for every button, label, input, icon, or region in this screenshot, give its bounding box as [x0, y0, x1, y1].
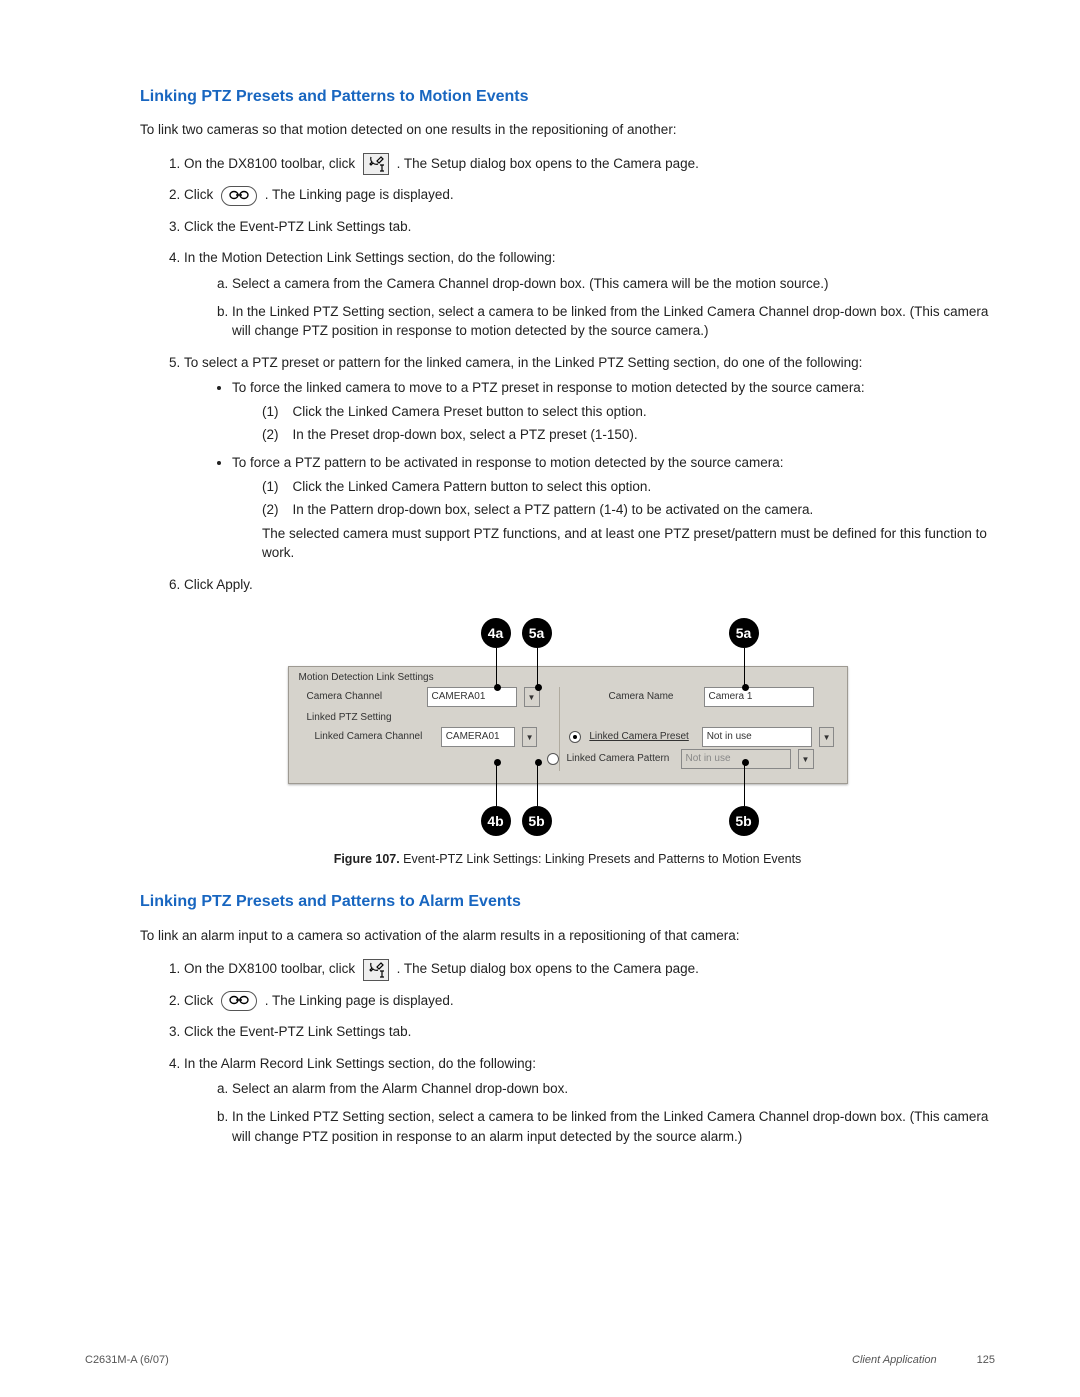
s2-step-1-post: . The Setup dialog box opens to the Came…: [397, 961, 699, 976]
paren-1b: (1): [262, 477, 279, 497]
s2-step-1-pre: On the DX8100 toolbar, click: [184, 961, 355, 976]
callout-5a-top-left: 5a: [522, 618, 552, 648]
preset-dropdown[interactable]: Not in use: [702, 727, 812, 747]
pattern-dropdown[interactable]: Not in use: [681, 749, 791, 769]
chevron-down-icon[interactable]: ▼: [819, 727, 835, 747]
step-1-pre: On the DX8100 toolbar, click: [184, 156, 355, 171]
chevron-down-icon[interactable]: ▼: [522, 727, 538, 747]
section2-intro: To link an alarm input to a camera so ac…: [140, 926, 995, 946]
linked-camera-pattern-label: Linked Camera Pattern: [567, 752, 673, 767]
bullet-pattern-1: Click the Linked Camera Pattern button t…: [293, 477, 652, 497]
leader-5a-2: [744, 648, 745, 688]
s2-step-4-sublist: Select an alarm from the Alarm Channel d…: [184, 1079, 995, 1146]
s2-step-2-pre: Click: [184, 993, 213, 1008]
tools-icon: [363, 959, 389, 981]
step-5-lead: To select a PTZ preset or pattern for th…: [184, 355, 862, 370]
callout-4a: 4a: [481, 618, 511, 648]
page-footer: C2631M-A (6/07) Client Application 125: [85, 1353, 995, 1369]
paren-2: (2): [262, 425, 279, 445]
s2-step-1: On the DX8100 toolbar, click . The Setup…: [184, 959, 995, 979]
linked-camera-preset-label: Linked Camera Preset: [589, 730, 693, 745]
bullet-preset-list: (1) Click the Linked Camera Preset button…: [262, 402, 995, 445]
bullet-pattern: To force a PTZ pattern to be activated i…: [232, 453, 995, 563]
s2-step-4: In the Alarm Record Link Settings sectio…: [184, 1054, 995, 1146]
linked-camera-pattern-radio[interactable]: [547, 753, 559, 765]
step-1-post: . The Setup dialog box opens to the Came…: [397, 156, 699, 171]
section1-intro: To link two cameras so that motion detec…: [140, 120, 995, 140]
section1-ordered-list: On the DX8100 toolbar, click . The Setup…: [140, 154, 995, 595]
linked-channel-label: Linked Camera Channel: [315, 730, 433, 745]
linked-channel-dropdown[interactable]: CAMERA01: [441, 727, 515, 747]
step-4-lead: In the Motion Detection Link Settings se…: [184, 250, 555, 265]
bullet-pattern-note: The selected camera must support PTZ fun…: [262, 524, 995, 563]
step-4a: Select a camera from the Camera Channel …: [232, 274, 995, 294]
bullet-pattern-list: (1) Click the Linked Camera Pattern butto…: [262, 477, 995, 520]
section2-ordered-list: On the DX8100 toolbar, click . The Setup…: [140, 959, 995, 1146]
section1-heading: Linking PTZ Presets and Patterns to Moti…: [140, 85, 995, 108]
camera-channel-dropdown[interactable]: CAMERA01: [427, 687, 517, 707]
s2-step-4b: In the Linked PTZ Setting section, selec…: [232, 1107, 995, 1146]
callout-4b: 4b: [481, 806, 511, 836]
figure-107: 4a 5a 5a Motion Detection Link Settings …: [140, 612, 995, 868]
s2-step-2: Click . The Linking page is displayed.: [184, 991, 995, 1011]
step-6: Click Apply.: [184, 575, 995, 595]
bullet-preset-2: In the Preset drop-down box, select a PT…: [293, 425, 638, 445]
step-3: Click the Event-PTZ Link Settings tab.: [184, 217, 995, 237]
paren-2b: (2): [262, 500, 279, 520]
diagram: 4a 5a 5a Motion Detection Link Settings …: [288, 612, 848, 844]
bullet-preset-1: Click the Linked Camera Preset button to…: [293, 402, 647, 422]
s2-step-2-post: . The Linking page is displayed.: [265, 993, 454, 1008]
leader-5b-2: [744, 762, 745, 806]
step-2: Click . The Linking page is displayed.: [184, 185, 995, 205]
s2-step-4a: Select an alarm from the Alarm Channel d…: [232, 1079, 995, 1099]
panel-row-2: Linked Camera Channel CAMERA01 ▼ Linked …: [315, 727, 835, 747]
callout-5b-right: 5b: [729, 806, 759, 836]
camera-name-label: Camera Name: [584, 690, 674, 705]
camera-name-field[interactable]: Camera 1: [704, 687, 814, 707]
bullet-pattern-2: In the Pattern drop-down box, select a P…: [293, 500, 814, 520]
bullet-preset: To force the linked camera to move to a …: [232, 378, 995, 445]
step-5: To select a PTZ preset or pattern for th…: [184, 353, 995, 563]
callout-5a-top-right: 5a: [729, 618, 759, 648]
panel-row-1: Camera Channel CAMERA01 ▼ Camera Name Ca…: [307, 687, 835, 707]
callout-5b-left: 5b: [522, 806, 552, 836]
footer-left: C2631M-A (6/07): [85, 1353, 169, 1369]
step-2-post: . The Linking page is displayed.: [265, 187, 454, 202]
step-2-pre: Click: [184, 187, 213, 202]
step-4b: In the Linked PTZ Setting section, selec…: [232, 302, 995, 341]
step-4-sublist: Select a camera from the Camera Channel …: [184, 274, 995, 341]
figure-caption-text: Event-PTZ Link Settings: Linking Presets…: [400, 852, 802, 866]
camera-channel-label: Camera Channel: [307, 690, 419, 705]
document-page: Linking PTZ Presets and Patterns to Moti…: [0, 0, 1080, 1397]
paren-1: (1): [262, 402, 279, 422]
s2-step-3: Click the Event-PTZ Link Settings tab.: [184, 1022, 995, 1042]
panel-row-3: Linked Camera Pattern Not in use ▼: [315, 749, 835, 769]
figure-caption-prefix: Figure 107.: [334, 852, 400, 866]
link-icon: [221, 186, 257, 206]
bullet-preset-lead: To force the linked camera to move to a …: [232, 380, 865, 395]
link-settings-panel: Motion Detection Link Settings Linked PT…: [288, 666, 848, 784]
step-4: In the Motion Detection Link Settings se…: [184, 248, 995, 340]
tools-icon: [363, 153, 389, 175]
step-1: On the DX8100 toolbar, click . The Setup…: [184, 154, 995, 174]
leader-5b-1: [537, 762, 538, 806]
section2-heading: Linking PTZ Presets and Patterns to Alar…: [140, 890, 995, 913]
leader-4b: [496, 762, 497, 806]
figure-caption: Figure 107. Event-PTZ Link Settings: Lin…: [334, 850, 802, 868]
footer-app: Client Application: [852, 1353, 937, 1369]
linked-camera-preset-radio[interactable]: [569, 731, 581, 743]
leader-5a-1: [537, 648, 538, 688]
link-icon: [221, 991, 257, 1011]
group-label: Motion Detection Link Settings: [299, 671, 434, 686]
bullet-pattern-lead: To force a PTZ pattern to be activated i…: [232, 455, 784, 470]
leader-4a: [496, 648, 497, 688]
footer-page-number: 125: [977, 1353, 995, 1369]
sub-group-label: Linked PTZ Setting: [307, 711, 392, 726]
step-5-bullets: To force the linked camera to move to a …: [184, 378, 995, 563]
s2-step-4-lead: In the Alarm Record Link Settings sectio…: [184, 1056, 536, 1071]
chevron-down-icon[interactable]: ▼: [798, 749, 814, 769]
